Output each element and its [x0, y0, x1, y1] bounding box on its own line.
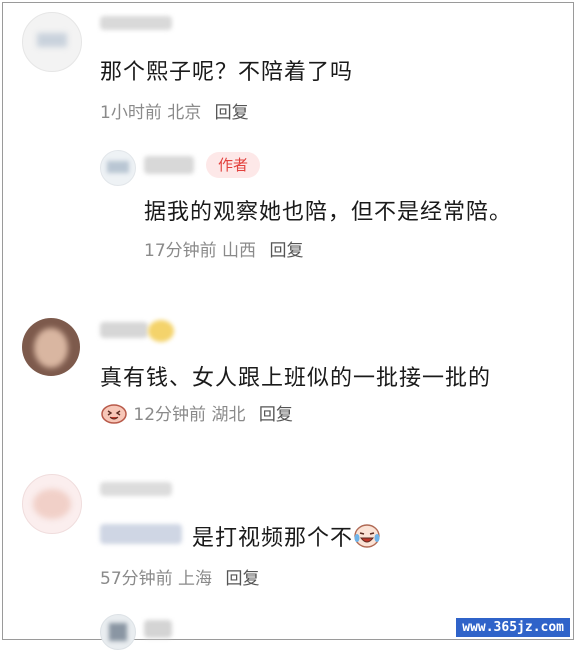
comment-location: 山西	[222, 241, 257, 261]
comment-location: 湖北	[211, 405, 246, 425]
username-blurred[interactable]	[144, 620, 172, 638]
username-blurred[interactable]	[144, 156, 194, 174]
reply-button[interactable]: 回复	[225, 569, 259, 589]
reply-button[interactable]: 回复	[269, 241, 303, 261]
username-blurred[interactable]	[100, 482, 172, 496]
comment-meta: 57分钟前 上海 回复	[100, 564, 259, 589]
avatar[interactable]	[22, 318, 80, 376]
username-blurred[interactable]	[100, 16, 172, 30]
comment-time: 1小时前	[100, 103, 162, 123]
comment-text: 据我的观察她也陪，但不是经常陪。	[144, 200, 513, 225]
comment-text: 那个熙子呢？不陪着了吗	[100, 60, 354, 85]
avatar[interactable]	[22, 12, 82, 72]
comment-time: 57分钟前	[100, 569, 173, 589]
reply-button[interactable]: 回复	[259, 405, 293, 425]
comment-meta: 12分钟前 湖北 回复	[100, 400, 293, 429]
author-badge: 作者	[206, 152, 260, 178]
comment-text: 是打视频那个不	[192, 520, 381, 555]
comment-location: 北京	[167, 103, 202, 123]
crying-laughing-face-icon	[353, 523, 381, 555]
comment-time: 17分钟前	[144, 241, 217, 261]
avatar[interactable]	[100, 150, 136, 186]
comment-text: 真有钱、女人跟上班似的一批接一批的	[100, 366, 492, 391]
watermark: www.365jz.com	[456, 618, 570, 637]
comment-meta: 17分钟前 山西 回复	[144, 236, 303, 261]
avatar[interactable]	[22, 474, 82, 534]
comment-text-body: 是打视频那个不	[192, 526, 354, 551]
reply-button[interactable]: 回复	[215, 103, 249, 123]
user-badge-blurred	[148, 320, 174, 342]
username-blurred[interactable]	[100, 322, 148, 338]
comment-location: 上海	[178, 569, 213, 589]
laughing-face-icon	[100, 402, 128, 429]
mention-blurred[interactable]	[100, 524, 182, 544]
comment-meta: 1小时前 北京 回复	[100, 98, 249, 123]
avatar[interactable]	[100, 614, 136, 650]
comment-time: 12分钟前	[133, 405, 207, 425]
